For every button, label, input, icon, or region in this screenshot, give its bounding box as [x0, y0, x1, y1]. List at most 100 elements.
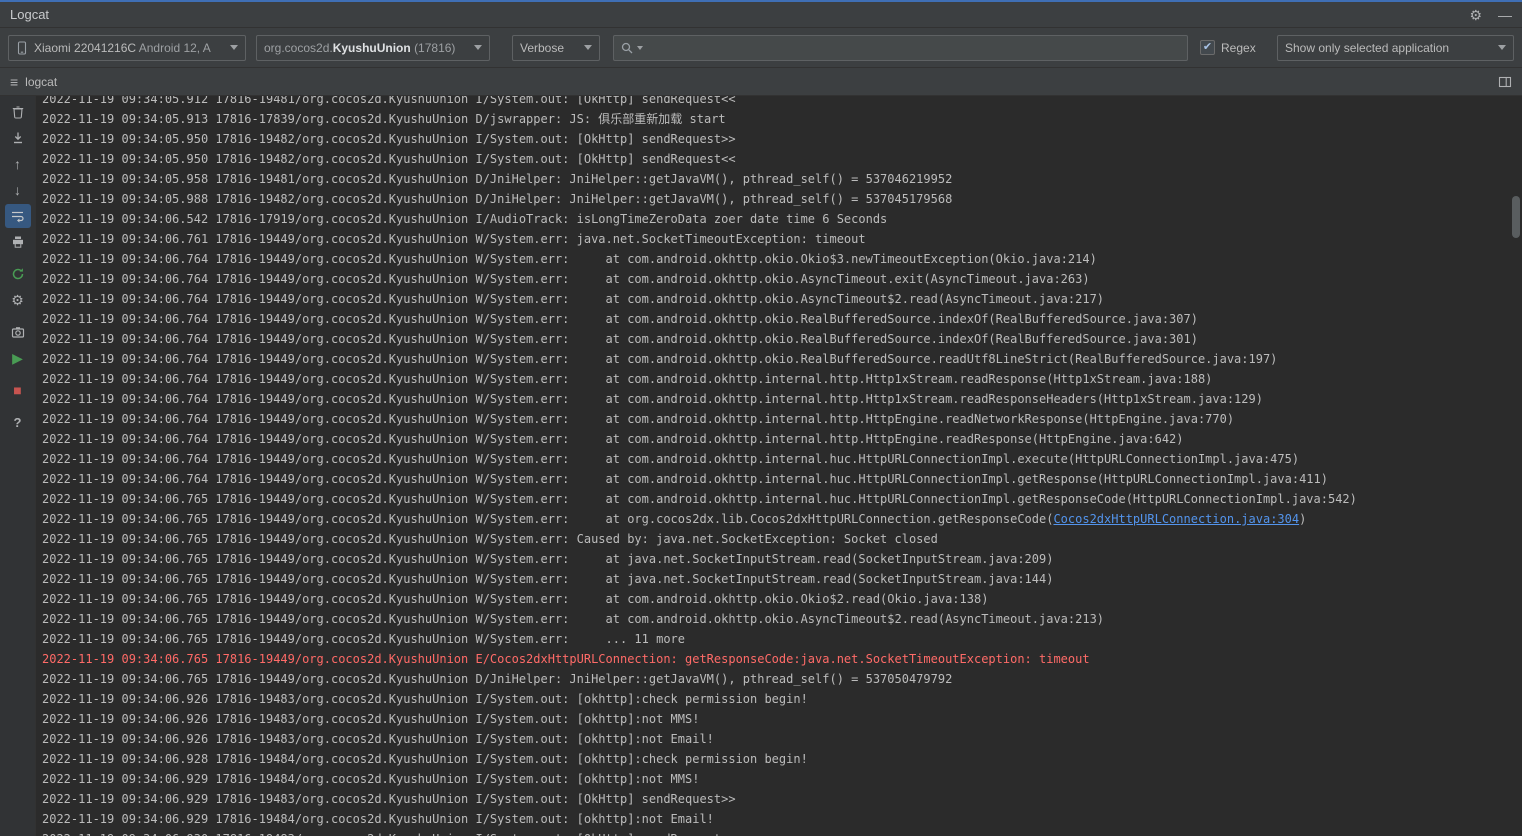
printer-icon [11, 235, 25, 249]
regex-option: ✔ Regex [1200, 40, 1256, 55]
vertical-scrollbar-thumb[interactable] [1512, 196, 1520, 238]
log-line: 2022-11-19 09:34:05.913 17816-17839/org.… [42, 109, 1522, 129]
log-line: 2022-11-19 09:34:06.761 17816-19449/org.… [42, 229, 1522, 249]
log-line: 2022-11-19 09:34:06.765 17816-19449/org.… [42, 509, 1522, 529]
play-icon: ▶ [12, 351, 23, 365]
screen-record-button[interactable]: ▶ [5, 346, 31, 370]
camera-icon [11, 325, 25, 339]
log-line: 2022-11-19 09:34:06.542 17816-17919/org.… [42, 209, 1522, 229]
tab-label: logcat [25, 75, 57, 89]
soft-wrap-icon [10, 209, 25, 223]
log-level-selector[interactable]: Verbose [512, 35, 600, 61]
log-line: 2022-11-19 09:34:06.765 17816-19449/org.… [42, 589, 1522, 609]
log-line: 2022-11-19 09:34:06.764 17816-19449/org.… [42, 469, 1522, 489]
log-line: 2022-11-19 09:34:06.764 17816-19449/org.… [42, 349, 1522, 369]
print-button[interactable] [5, 230, 31, 254]
chevron-down-icon [474, 45, 482, 50]
soft-wrap-toggle[interactable] [5, 204, 31, 228]
log-line: 2022-11-19 09:34:06.765 17816-19449/org.… [42, 649, 1522, 669]
arrow-down-icon: ↓ [14, 183, 21, 197]
log-line: 2022-11-19 09:34:06.765 17816-19449/org.… [42, 629, 1522, 649]
log-line: 2022-11-19 09:34:06.930 17816-19483/org.… [42, 829, 1522, 836]
log-line: 2022-11-19 09:34:05.950 17816-19482/org.… [42, 129, 1522, 149]
trash-icon [11, 105, 25, 119]
clear-logcat-button[interactable] [5, 100, 31, 124]
process-selector[interactable]: org.cocos2d.KyushuUnion (17816) [256, 35, 490, 61]
log-line: 2022-11-19 09:34:05.958 17816-19481/org.… [42, 169, 1522, 189]
screen-capture-button[interactable] [5, 320, 31, 344]
regex-checkbox[interactable]: ✔ [1200, 40, 1215, 55]
log-line: 2022-11-19 09:34:06.764 17816-19449/org.… [42, 269, 1522, 289]
down-stack-trace-button[interactable]: ↓ [5, 178, 31, 202]
log-line: 2022-11-19 09:34:05.988 17816-19482/org.… [42, 189, 1522, 209]
log-level-value: Verbose [520, 41, 564, 55]
chevron-down-icon [584, 45, 592, 50]
stacktrace-link[interactable]: Cocos2dxHttpURLConnection.java:304 [1053, 512, 1299, 526]
phone-icon [16, 41, 28, 55]
log-line: 2022-11-19 09:34:06.929 17816-19484/org.… [42, 769, 1522, 789]
log-output-viewport[interactable]: 2022-11-19 09:34:05.912 17816-19481/org.… [36, 96, 1522, 836]
log-line: 2022-11-19 09:34:06.764 17816-19449/org.… [42, 309, 1522, 329]
log-line: 2022-11-19 09:34:06.764 17816-19449/org.… [42, 369, 1522, 389]
logcat-tool-window: Logcat ⚙ — Xiaomi 22041216C Android 12, … [0, 0, 1522, 836]
log-line: 2022-11-19 09:34:06.764 17816-19449/org.… [42, 389, 1522, 409]
help-icon: ? [14, 416, 22, 429]
log-line: 2022-11-19 09:34:06.765 17816-19449/org.… [42, 669, 1522, 689]
log-search-box[interactable] [613, 35, 1188, 61]
log-line: 2022-11-19 09:34:06.765 17816-19449/org.… [42, 549, 1522, 569]
process-pid: (17816) [414, 41, 455, 55]
log-line: 2022-11-19 09:34:06.765 17816-19449/org.… [42, 609, 1522, 629]
titlebar-actions: ⚙ — [1469, 8, 1512, 22]
device-selector[interactable]: Xiaomi 22041216C Android 12, A [8, 35, 246, 61]
log-line: 2022-11-19 09:34:05.950 17816-19482/org.… [42, 149, 1522, 169]
search-history-chevron-icon[interactable] [637, 46, 643, 50]
log-line: 2022-11-19 09:34:06.926 17816-19483/org.… [42, 709, 1522, 729]
log-line: 2022-11-19 09:34:06.929 17816-19484/org.… [42, 809, 1522, 829]
log-line: 2022-11-19 09:34:06.928 17816-19484/org.… [42, 749, 1522, 769]
search-input[interactable] [649, 41, 1181, 55]
scroll-to-end-icon [11, 131, 25, 145]
log-line: 2022-11-19 09:34:06.765 17816-19449/org.… [42, 489, 1522, 509]
log-line: 2022-11-19 09:34:06.764 17816-19449/org.… [42, 329, 1522, 349]
log-line: 2022-11-19 09:34:06.764 17816-19449/org.… [42, 289, 1522, 309]
arrow-up-icon: ↑ [14, 157, 21, 171]
log-line: 2022-11-19 09:34:06.764 17816-19449/org.… [42, 249, 1522, 269]
stop-button[interactable]: ■ [5, 378, 31, 402]
device-os: Android 12, A [139, 41, 211, 55]
gear-icon: ⚙ [11, 293, 24, 307]
logcat-action-gutter: ↑ ↓ [0, 96, 36, 836]
log-line: 2022-11-19 09:34:06.765 17816-19449/org.… [42, 569, 1522, 589]
log-line: 2022-11-19 09:34:05.912 17816-19481/org.… [42, 96, 1522, 109]
logcat-toolbar: Xiaomi 22041216C Android 12, A org.cocos… [0, 28, 1522, 68]
chevron-down-icon [230, 45, 238, 50]
tool-window-titlebar: Logcat ⚙ — [0, 2, 1522, 28]
restart-logcat-button[interactable] [5, 262, 31, 286]
chevron-down-icon [1498, 45, 1506, 50]
restart-icon [11, 267, 25, 281]
application-filter-value: Show only selected application [1285, 41, 1449, 55]
logcat-settings-button[interactable]: ⚙ [5, 288, 31, 312]
tab-logcat[interactable]: ≡ logcat [10, 74, 57, 90]
log-line: 2022-11-19 09:34:06.926 17816-19483/org.… [42, 689, 1522, 709]
search-icon [620, 41, 634, 55]
editor-layout-icon[interactable] [1498, 75, 1512, 89]
stop-square-icon: ■ [13, 383, 21, 397]
log-line: 2022-11-19 09:34:06.764 17816-19449/org.… [42, 449, 1522, 469]
application-filter-selector[interactable]: Show only selected application [1277, 35, 1514, 61]
logcat-main-area: ↑ ↓ [0, 96, 1522, 836]
logcat-tab-row: ≡ logcat [0, 68, 1522, 96]
hide-minimize-icon[interactable]: — [1498, 8, 1512, 22]
settings-gear-icon[interactable]: ⚙ [1469, 8, 1482, 22]
log-list: 2022-11-19 09:34:05.912 17816-19481/org.… [36, 96, 1522, 836]
window-title: Logcat [10, 7, 49, 22]
help-button[interactable]: ? [5, 410, 31, 434]
log-line: 2022-11-19 09:34:06.764 17816-19449/org.… [42, 409, 1522, 429]
tab-menu-icon: ≡ [10, 74, 18, 90]
log-line: 2022-11-19 09:34:06.926 17816-19483/org.… [42, 729, 1522, 749]
scroll-to-end-button[interactable] [5, 126, 31, 150]
up-stack-trace-button[interactable]: ↑ [5, 152, 31, 176]
process-name: KyushuUnion [333, 41, 411, 55]
process-package-prefix: org.cocos2d. [264, 41, 333, 55]
log-line: 2022-11-19 09:34:06.929 17816-19483/org.… [42, 789, 1522, 809]
regex-label: Regex [1221, 41, 1256, 55]
